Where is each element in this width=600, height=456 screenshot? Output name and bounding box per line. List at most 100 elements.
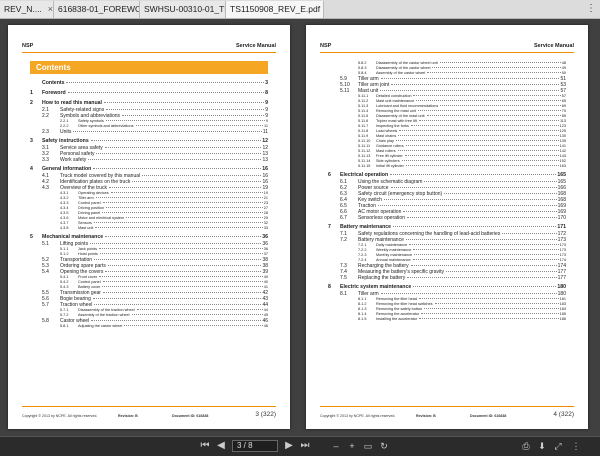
- toc-entry[interactable]: 3 Safety instructions 12: [30, 138, 268, 145]
- toc-leader-dots: [407, 277, 557, 278]
- toc-leader-dots: [94, 304, 262, 305]
- toc-entry-page: 16: [262, 166, 268, 172]
- toc-leader-dots: [102, 212, 263, 213]
- manual-label: Service Manual: [235, 43, 276, 49]
- toc-entry[interactable]: 3.3 Work safety 13: [30, 157, 268, 163]
- more-options-icon[interactable]: ⋮: [570, 439, 582, 453]
- toc-entry[interactable]: 4 General information 16: [30, 166, 268, 173]
- toc-entry[interactable]: 5.11.15 Initial lift cylinder 163: [328, 164, 566, 169]
- toc-leader-dots: [417, 110, 561, 111]
- toc-entry-title: Work safety: [60, 157, 87, 163]
- toc-leader-dots: [418, 298, 559, 299]
- toc-entry-title: Initial lift cylinder: [376, 164, 404, 168]
- toc-entry[interactable]: Contents 3: [30, 80, 268, 87]
- toc-entry[interactable]: 2.3 Units 11: [30, 129, 268, 135]
- toc-entry-page: 36: [262, 234, 268, 240]
- toc-entry[interactable]: 4.3.8 Mast unit 33: [30, 226, 268, 231]
- toc-leader-dots: [413, 95, 561, 96]
- toc-entry[interactable]: 6 Electrical operation 165: [328, 172, 566, 179]
- toc-entry-page: 12: [262, 138, 268, 144]
- toc-leader-dots: [132, 181, 262, 182]
- manual-label: Service Manual: [533, 43, 574, 49]
- toc-leader-dots: [105, 120, 265, 121]
- toc-leader-dots: [95, 197, 263, 198]
- toc-entry-number: 5.8.1: [60, 324, 69, 328]
- tab-rev-n[interactable]: REV_N.... ×: [0, 1, 54, 18]
- toc-entry-number: 2: [30, 100, 33, 106]
- page-number-input[interactable]: 3 / 8: [232, 440, 278, 452]
- tab-ts1150908[interactable]: TS1150908_REV_E.pdf×: [226, 1, 324, 18]
- rotate-icon[interactable]: ↻: [378, 439, 390, 453]
- print-icon[interactable]: ⎙: [520, 439, 532, 453]
- tab-foreword[interactable]: 616838-01_FOREWOR...×: [54, 1, 140, 18]
- toc-entry-number: 7.5: [340, 275, 347, 281]
- toc-leader-dots: [108, 187, 262, 188]
- toc-entry-page: 33: [263, 226, 268, 230]
- tab-swhsu[interactable]: SWHSU-00310-01_TR...×: [140, 1, 226, 18]
- toc-leader-dots: [136, 309, 263, 310]
- toc-leader-dots: [403, 211, 557, 212]
- toc-entry-title: Mast unit: [78, 226, 94, 230]
- toc-entry-title: Electric system maintenance: [340, 284, 412, 290]
- next-page-icon[interactable]: ▶: [282, 439, 296, 453]
- tab-label: TS1150908_REV_E.pdf: [230, 4, 321, 14]
- toc-entry[interactable]: 5.8.1 Adjusting the castor wheel 46: [30, 324, 268, 329]
- tab-label: 616838-01_FOREWOR...: [58, 4, 139, 14]
- last-page-icon[interactable]: ⏭: [298, 439, 312, 453]
- toc-leader-dots: [96, 153, 262, 154]
- brand-label: NSP: [22, 43, 34, 49]
- toc-leader-dots: [131, 314, 263, 315]
- toc-entry-title: Adjusting the castor wheel: [78, 324, 123, 328]
- toc-leader-dots: [93, 168, 262, 169]
- toc-entry-title: Installing the accelerator: [376, 317, 418, 321]
- toc-leader-dots: [90, 243, 262, 244]
- document-viewer[interactable]: NSP Service Manual Contents Contents 3 1 Fo…: [0, 19, 600, 436]
- document-id-text: Document ID: 616838: [470, 414, 507, 418]
- toc-entry[interactable]: 8.1.5 Installing the accelerator 186: [328, 317, 566, 322]
- toc-leader-dots: [502, 233, 557, 234]
- toc-leader-dots: [410, 265, 557, 266]
- toc-leader-dots: [413, 286, 557, 287]
- toc-leader-dots: [104, 147, 262, 148]
- toc-leader-dots: [446, 271, 557, 272]
- revision-text: Revision: B: [118, 414, 138, 418]
- toc-leader-dots: [390, 174, 557, 175]
- toc-leader-dots: [106, 109, 265, 110]
- toc-leader-dots: [380, 293, 557, 294]
- toc-entry[interactable]: 8 Electric system maintenance 180: [328, 284, 566, 291]
- toc-leader-dots: [404, 155, 559, 156]
- more-tabs-icon[interactable]: ⋮: [586, 3, 596, 14]
- toc-leader-dots: [406, 217, 557, 218]
- previous-page-icon[interactable]: ◀: [214, 439, 228, 453]
- toc-leader-dots: [418, 120, 559, 121]
- toc-entry[interactable]: 7.5 Replacing the battery 177: [328, 275, 566, 281]
- fullscreen-icon[interactable]: ⤢: [552, 439, 564, 453]
- close-icon[interactable]: ×: [48, 4, 53, 14]
- toc-entry-title: Foreword: [42, 90, 66, 96]
- toc-entry-number: 4: [30, 166, 33, 172]
- toc-leader-dots: [395, 140, 559, 141]
- toc-entry-number: 5: [30, 234, 33, 240]
- zoom-in-icon[interactable]: +: [346, 439, 358, 453]
- toc-entry-title: Units: [60, 129, 72, 135]
- download-icon[interactable]: ⬇: [536, 439, 548, 453]
- toc-entry-number: 3: [30, 138, 33, 144]
- toc-leader-dots: [88, 159, 262, 160]
- toc-leader-dots: [66, 82, 265, 83]
- toc-leader-dots: [419, 318, 559, 319]
- toc-entry[interactable]: 7 Battery maintenance 171: [328, 224, 566, 231]
- toc-leader-dots: [397, 150, 559, 151]
- toc-leader-dots: [439, 62, 561, 63]
- toc-entry[interactable]: 5 Mechanical maintenance 36: [30, 234, 268, 241]
- toc-leader-dots: [421, 313, 559, 314]
- toc-leader-dots: [427, 72, 561, 73]
- first-page-icon[interactable]: ⏮: [198, 439, 212, 453]
- toc-entry[interactable]: 2 How to read this manual 9: [30, 100, 268, 107]
- zoom-out-icon[interactable]: –: [330, 439, 342, 453]
- toc-leader-dots: [105, 207, 263, 208]
- fit-page-icon[interactable]: ▭: [362, 439, 374, 453]
- toc-leader-dots: [405, 145, 559, 146]
- toc-entry-number: 6: [328, 172, 331, 178]
- toc-entry[interactable]: 1 Foreword 8: [30, 90, 268, 97]
- toc-entry[interactable]: 6.7 Sensorless operation 170: [328, 215, 566, 221]
